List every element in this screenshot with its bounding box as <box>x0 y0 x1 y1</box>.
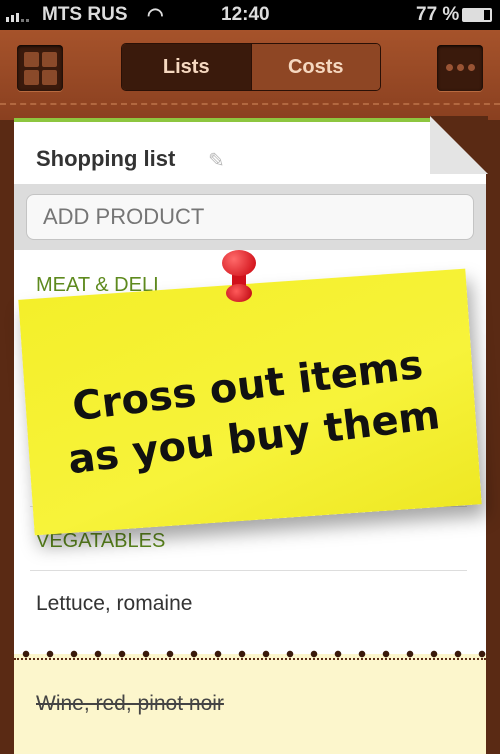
more-button[interactable] <box>437 45 483 91</box>
divider <box>30 570 467 571</box>
page-curl[interactable] <box>430 116 488 174</box>
binding-holes <box>14 650 486 658</box>
wifi-icon: ◠ <box>147 5 164 26</box>
grid-icon <box>24 52 57 85</box>
carrier: MTS RUS <box>42 4 128 25</box>
more-icon <box>446 64 475 71</box>
pushpin-icon <box>220 250 260 308</box>
lists-grid-button[interactable] <box>17 45 63 91</box>
note-text: Cross out items as you buy them <box>59 338 443 487</box>
list-title: Shopping list <box>36 146 176 171</box>
stitch-divider <box>0 103 500 105</box>
list-item[interactable]: Lettuce, romaine <box>36 592 192 616</box>
clock: 12:40 <box>221 4 270 25</box>
tab-lists[interactable]: Lists <box>122 44 251 90</box>
battery-icon <box>462 8 492 22</box>
add-product-bar <box>14 184 486 250</box>
stitch-divider <box>14 658 486 660</box>
nav-bar: Lists Costs <box>0 30 500 120</box>
sticky-note-overlay: Cross out items as you buy them <box>18 268 482 536</box>
purchased-section: Wine, red, pinot noir <box>14 650 486 754</box>
add-product-input[interactable] <box>26 194 474 240</box>
edit-pencil-icon[interactable]: ✎ <box>208 148 225 173</box>
status-bar: MTS RUS ◠ 12:40 77 % <box>0 0 500 30</box>
signal-icon <box>6 10 29 22</box>
segmented-control: Lists Costs <box>122 44 380 90</box>
purchased-item[interactable]: Wine, red, pinot noir <box>36 692 224 716</box>
tab-costs[interactable]: Costs <box>250 44 380 90</box>
battery-percent: 77 % <box>416 4 460 25</box>
